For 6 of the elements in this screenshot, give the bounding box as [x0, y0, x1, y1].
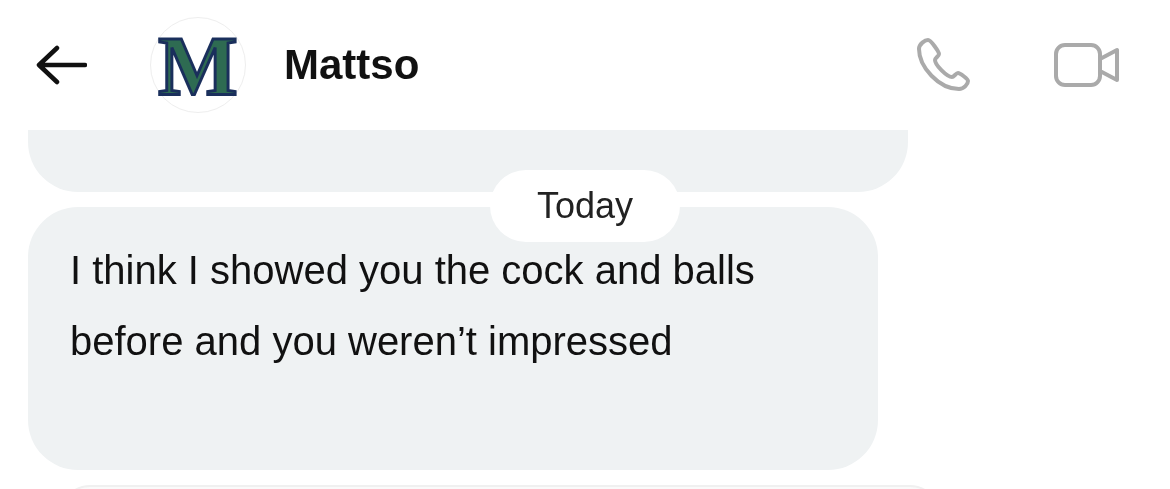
- phone-icon[interactable]: [914, 36, 972, 94]
- avatar[interactable]: M: [150, 17, 246, 113]
- date-label: Today: [490, 170, 680, 242]
- contact-name: Mattso: [284, 41, 421, 89]
- video-icon[interactable]: [1054, 41, 1120, 89]
- back-icon[interactable]: [35, 45, 87, 85]
